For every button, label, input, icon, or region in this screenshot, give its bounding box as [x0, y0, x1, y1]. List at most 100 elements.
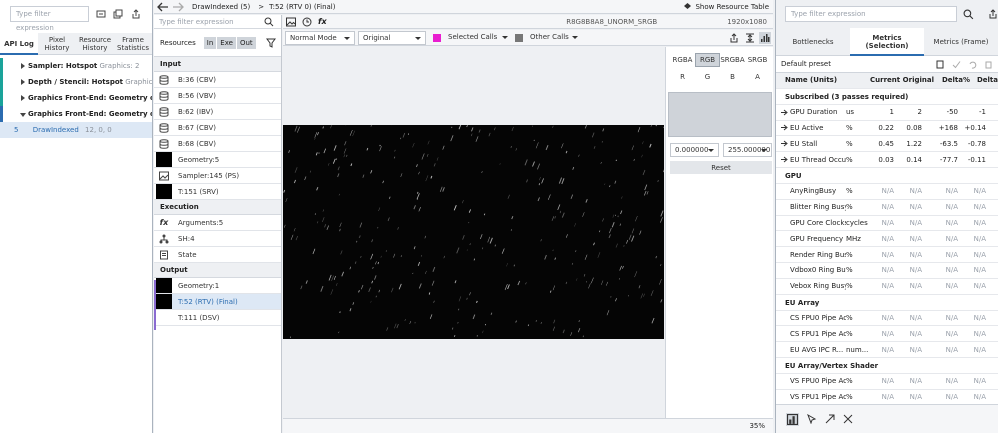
metric-row[interactable]: EU Active% 0.22 0.08 +168 +0.14 [776, 121, 998, 137]
tree-item-drawindexed[interactable]: 5 DrawIndexed 12, 0, 0 [0, 122, 152, 138]
tab-frame-statistics[interactable]: Frame Statistics [114, 36, 152, 52]
api-filter-input[interactable]: Type filter expression [10, 6, 89, 32]
mode-rgb[interactable]: RGB [695, 53, 720, 67]
search-icon[interactable] [264, 17, 274, 27]
metric-row[interactable]: Blitter Ring Busy% N/A N/A N/A N/A [776, 200, 998, 216]
forward-arrow-icon[interactable] [172, 2, 184, 12]
original-dropdown[interactable]: Original [358, 30, 426, 45]
search-icon[interactable] [963, 9, 974, 20]
resource-row-input[interactable]: Sampler:145 (PS) [154, 168, 281, 184]
pin-icon[interactable] [781, 124, 788, 131]
resource-row-input[interactable]: B:68 (CBV) [154, 136, 281, 152]
new-preset-icon[interactable] [936, 60, 945, 69]
metric-row[interactable]: VS FPU0 Pipe Active%N/AN/AN/AN/A [776, 374, 998, 390]
resource-row-arguments[interactable]: fx Arguments:5 [154, 215, 281, 231]
channel-g[interactable]: G [695, 70, 720, 83]
export-icon[interactable] [988, 9, 998, 19]
resource-row-geometry-output[interactable]: Geometry:1 [154, 278, 281, 294]
metric-row[interactable]: EU Thread Occupan...%0.030.14-77.7-0.11 [776, 152, 998, 168]
tree-item-sampler-hotspot[interactable]: Sampler: Hotspot Graphics: 2 [0, 58, 152, 74]
metrics-group-eu-array[interactable]: EU Array [776, 294, 998, 311]
preset-label[interactable]: Default preset [781, 60, 831, 68]
breadcrumb-texture[interactable]: T:52 (RTV 0) (Final) [269, 3, 335, 11]
resource-row-input[interactable]: B:67 (CBV) [154, 120, 281, 136]
tab-resource-history[interactable]: Resource History [76, 36, 114, 52]
metric-row[interactable]: GPU Frequency MHz N/A N/A N/A N/A [776, 231, 998, 248]
function-icon[interactable]: fx [318, 17, 327, 26]
expand-arrow-icon[interactable] [21, 79, 25, 85]
histogram-icon[interactable] [759, 31, 771, 44]
mode-rgba[interactable]: RGBA [670, 53, 695, 67]
resource-row-input[interactable]: B:62 (IBV) [154, 104, 281, 120]
resource-row-rtv-final[interactable]: T:52 (RTV) (Final) [154, 294, 281, 310]
metrics-group-gpu[interactable]: GPU [776, 167, 998, 184]
other-calls-dropdown[interactable]: Other Calls [526, 31, 582, 45]
resource-row-input[interactable]: Geometry:5 [154, 152, 281, 168]
resource-row-shader[interactable]: SH:4 [154, 231, 281, 247]
pin-icon[interactable] [781, 140, 788, 147]
back-arrow-icon[interactable] [157, 2, 169, 12]
metric-row[interactable]: AnyRingBusy% N/A N/A N/A N/A [776, 184, 998, 200]
close-icon[interactable] [843, 414, 853, 424]
resource-row-input[interactable]: B:56 (VBV) [154, 88, 281, 104]
chart-icon[interactable] [786, 412, 799, 426]
metrics-group-subscribed[interactable]: Subscribed (3 passes required) [776, 88, 998, 105]
tree-item-geometry-1[interactable]: Graphics Front-End: Geometry o... [0, 90, 152, 106]
tab-metrics-frame[interactable]: Metrics (Frame) [924, 38, 998, 46]
channel-a[interactable]: A [745, 70, 770, 83]
check-icon[interactable] [952, 60, 961, 69]
metric-row[interactable]: CS FPU0 Pipe Active%N/AN/AN/AN/A [776, 311, 998, 327]
metric-row[interactable]: GPU Core Clocks cycles N/A N/A N/A N/A [776, 216, 998, 232]
metrics-group-vertex-shader[interactable]: EU Array/Vertex Shader [776, 357, 998, 374]
tab-bottlenecks[interactable]: Bottlenecks [776, 38, 850, 46]
resource-row-state[interactable]: State [154, 247, 281, 263]
resources-filter-input[interactable]: Type filter expression [154, 18, 264, 26]
channel-r[interactable]: R [670, 70, 695, 83]
channel-b[interactable]: B [720, 70, 745, 83]
toggle-in[interactable]: In [203, 36, 217, 49]
toggle-out[interactable]: Out [236, 36, 256, 49]
copy-icon[interactable] [113, 9, 123, 19]
pin-icon[interactable] [781, 109, 788, 116]
selected-calls-dropdown[interactable]: Selected Calls [444, 31, 512, 45]
range-min-input[interactable]: 0.000000 [670, 143, 719, 157]
timer-icon[interactable] [302, 17, 312, 27]
render-target-image[interactable] [283, 125, 664, 339]
expand-arrow-icon[interactable] [21, 63, 25, 69]
mode-srgba[interactable]: SRGBA [720, 53, 745, 67]
metric-row[interactable]: EU AVG IPC R... num... N/A N/A N/A N/A [776, 342, 998, 358]
tree-item-depth-stencil-hotspot[interactable]: Depth / Stencil: Hotspot Graphic... [0, 74, 152, 90]
metric-row[interactable]: Vebox Ring Busy% N/A N/A N/A N/A [776, 279, 998, 295]
metric-row[interactable]: GPU Duration us 1 2 -50 -1 [776, 105, 998, 121]
tab-pixel-history[interactable]: Pixel History [38, 36, 76, 52]
mode-dropdown[interactable]: Normal Mode [285, 30, 355, 45]
mode-srgb[interactable]: SRGB [745, 53, 770, 67]
filter-icon[interactable] [96, 9, 106, 19]
expand-arrow-icon[interactable] [21, 95, 25, 101]
tab-metrics-selection[interactable]: Metrics (Selection) [850, 27, 924, 56]
tree-item-geometry-2[interactable]: Graphics Front-End: Geometry o... [0, 106, 152, 122]
breadcrumb-drawindexed[interactable]: DrawIndexed (5) [192, 3, 250, 11]
toggle-exe[interactable]: Exe [217, 36, 236, 49]
select-icon[interactable] [807, 414, 817, 424]
show-resource-table-button[interactable]: Show Resource Table [683, 2, 769, 11]
selected-calls-swatch[interactable] [433, 33, 441, 42]
metric-row[interactable]: EU Stall% 0.45 1.22 -63.5 -0.78 [776, 136, 998, 153]
metric-row[interactable]: Vdbox0 Ring Busy%N/AN/AN/AN/A [776, 263, 998, 279]
range-max-input[interactable]: 255.000000 [723, 143, 772, 157]
other-calls-swatch[interactable] [515, 33, 523, 42]
resource-row-dsv[interactable]: T:111 (DSV) [154, 310, 281, 326]
histogram[interactable] [668, 92, 772, 137]
reset-button[interactable]: Reset [670, 161, 772, 174]
export-icon[interactable] [131, 9, 141, 19]
collapse-arrow-icon[interactable] [20, 113, 26, 117]
funnel-filter-icon[interactable] [265, 38, 276, 48]
render-viewport[interactable] [283, 47, 664, 418]
fit-icon[interactable] [745, 33, 755, 43]
expand-icon[interactable] [825, 414, 835, 424]
resource-row-input[interactable]: B:36 (CBV) [154, 72, 281, 88]
tab-api-log[interactable]: API Log [0, 32, 38, 55]
pin-icon[interactable] [781, 156, 788, 163]
resource-row-input[interactable]: T:151 (SRV) [154, 184, 281, 200]
metric-row[interactable]: CS FPU1 Pipe Active%N/AN/AN/AN/A [776, 326, 998, 343]
